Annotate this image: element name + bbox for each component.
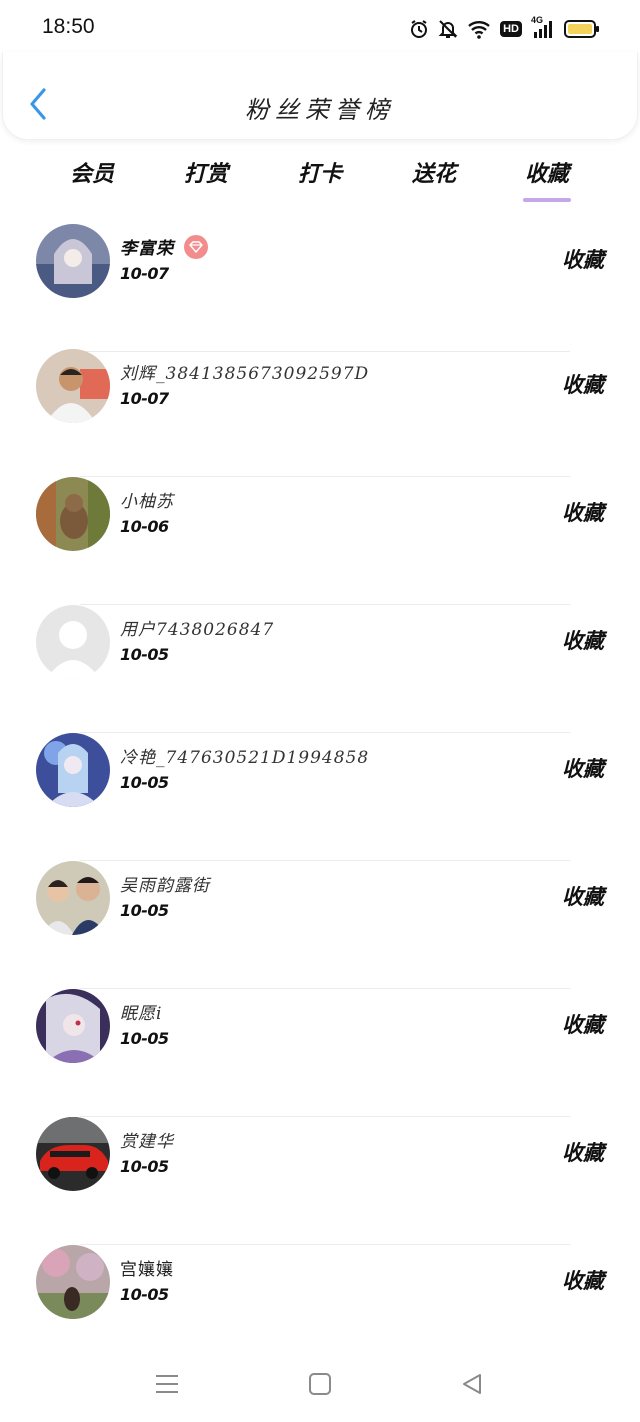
- name-line: 小柚苏: [120, 487, 174, 512]
- user-date: 10-05: [120, 773, 169, 792]
- header: 粉丝荣誉榜: [2, 52, 638, 140]
- user-name: 赏建华: [120, 1132, 174, 1152]
- action-label: 收藏: [562, 756, 604, 781]
- back-triangle-icon: [463, 1374, 481, 1394]
- action-label: 收藏: [562, 500, 604, 525]
- user-date: 10-07: [120, 389, 169, 408]
- status-icons: HD 4G: [409, 15, 600, 42]
- alarm-icon: [409, 19, 429, 39]
- status-bar: 18:50 HD 4G: [0, 0, 640, 56]
- name-line: 吴雨韵露街: [120, 871, 210, 896]
- avatar: [36, 861, 110, 935]
- bell-off-icon: [438, 19, 458, 39]
- default-avatar-icon: [36, 605, 110, 679]
- list-item[interactable]: 用户7438026847 10-05 收藏: [0, 605, 640, 733]
- tab-membership[interactable]: 会员: [47, 156, 137, 188]
- user-date: 10-05: [120, 1157, 169, 1176]
- active-tab-indicator: [523, 198, 571, 202]
- avatar: [36, 1117, 110, 1191]
- tab-checkin[interactable]: 打卡: [275, 156, 365, 188]
- tab-flowers[interactable]: 送花: [389, 156, 479, 188]
- avatar: [36, 733, 110, 807]
- hd-icon: HD: [500, 21, 522, 37]
- user-name: 眠愿i: [120, 1004, 163, 1024]
- home-square-icon: [309, 1373, 331, 1395]
- list-item[interactable]: 冷艳_747630521D1994858 10-05 收藏: [0, 733, 640, 861]
- user-name: 刘辉_3841385673092597D: [120, 364, 370, 384]
- name-line: 用户7438026847: [120, 615, 274, 640]
- user-date: 10-05: [120, 1285, 169, 1304]
- user-date: 10-05: [120, 901, 169, 920]
- action-label: 收藏: [562, 1140, 604, 1165]
- action-label: 收藏: [562, 884, 604, 909]
- list-item[interactable]: 刘辉_3841385673092597D 10-07 收藏: [0, 349, 640, 477]
- user-name: 宫孃孃: [120, 1260, 174, 1280]
- name-line: 李富荣: [120, 234, 208, 259]
- system-nav-bar: [0, 1350, 640, 1422]
- avatar: [36, 349, 110, 423]
- tab-bar: 会员 打赏 打卡 送花 收藏: [0, 150, 640, 210]
- user-date: 10-07: [120, 264, 169, 283]
- list-item[interactable]: 小柚苏 10-06 收藏: [0, 477, 640, 605]
- avatar: [36, 1245, 110, 1319]
- action-label: 收藏: [562, 1012, 604, 1037]
- name-line: 刘辉_3841385673092597D: [120, 359, 369, 384]
- user-name: 吴雨韵露街: [120, 876, 210, 896]
- user-date: 10-06: [120, 517, 169, 536]
- list-item[interactable]: 李富荣 10-07 收藏: [0, 224, 640, 352]
- name-line: 冷艳_747630521D1994858: [120, 743, 369, 768]
- status-time: 18:50: [42, 15, 95, 38]
- action-label: 收藏: [562, 1268, 604, 1293]
- user-name: 冷艳_747630521D1994858: [120, 748, 370, 768]
- battery-icon: [564, 19, 600, 39]
- network-type-label: 4G: [531, 15, 544, 25]
- action-label: 收藏: [562, 628, 604, 653]
- signal-4g-icon: 4G: [531, 15, 555, 39]
- user-name: 李富荣: [120, 239, 174, 259]
- user-date: 10-05: [120, 1029, 169, 1048]
- back-nav-button[interactable]: [452, 1370, 492, 1398]
- avatar: [36, 989, 110, 1063]
- menu-icon: [156, 1375, 178, 1393]
- list-item[interactable]: 眠愿i 10-05 收藏: [0, 989, 640, 1117]
- name-line: 眠愿i: [120, 999, 162, 1024]
- list-item[interactable]: 赏建华 10-05 收藏: [0, 1117, 640, 1245]
- tab-tipping[interactable]: 打赏: [161, 156, 251, 188]
- page-title: 粉丝荣誉榜: [245, 96, 395, 124]
- menu-button[interactable]: [147, 1370, 187, 1398]
- user-date: 10-05: [120, 645, 169, 664]
- action-label: 收藏: [562, 247, 604, 272]
- home-button[interactable]: [300, 1370, 340, 1398]
- name-line: 赏建华: [120, 1127, 174, 1152]
- wifi-icon: [467, 19, 491, 39]
- action-label: 收藏: [562, 372, 604, 397]
- vip-diamond-icon: [184, 234, 208, 259]
- tab-favorites[interactable]: 收藏: [502, 156, 592, 188]
- user-name: 用户7438026847: [120, 620, 275, 640]
- avatar: [36, 477, 110, 551]
- list-item[interactable]: 吴雨韵露街 10-05 收藏: [0, 861, 640, 989]
- name-line: 宫孃孃: [120, 1255, 174, 1280]
- user-name: 小柚苏: [120, 492, 174, 512]
- avatar: [36, 224, 110, 298]
